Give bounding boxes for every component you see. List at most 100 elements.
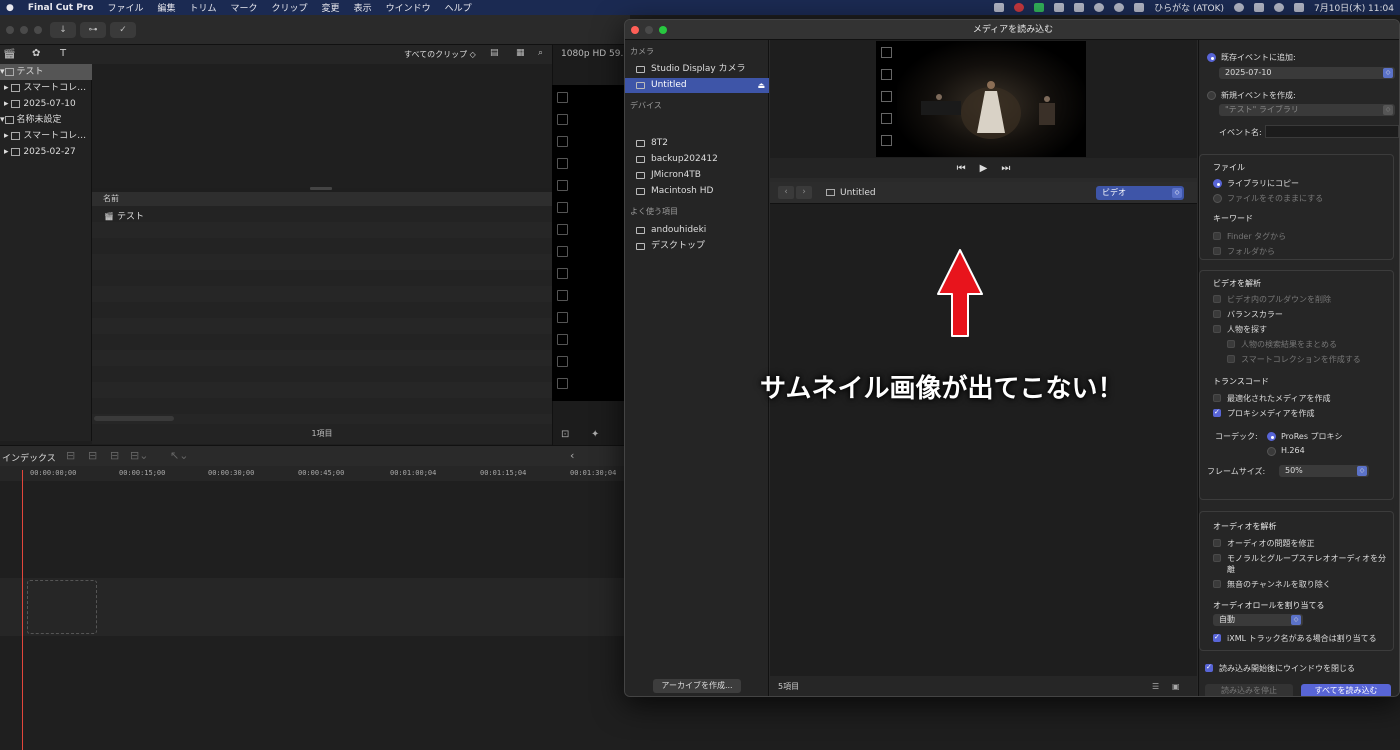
append-clip-icon[interactable]: ⊟ <box>110 449 119 462</box>
control-center-icon[interactable] <box>1254 3 1264 12</box>
timeline-ruler[interactable]: 00:00:00;00 00:00:15;00 00:00:30;00 00:0… <box>0 466 630 481</box>
add-existing-event-radio[interactable] <box>1207 53 1216 62</box>
create-archive-button[interactable]: アーカイブを作成... <box>653 679 741 693</box>
input-method-label[interactable]: ひらがな (ATOK) <box>1154 1 1224 14</box>
sidebar-item-desktop[interactable]: デスクトップ <box>625 239 769 254</box>
menu-trim[interactable]: トリム <box>190 1 217 14</box>
stop-import-button[interactable]: 読み込みを停止 <box>1205 684 1293 696</box>
balance-color-checkbox[interactable] <box>1213 310 1221 318</box>
connect-clip-icon[interactable]: ⊟ <box>66 449 75 462</box>
library-row[interactable]: ▾ テスト <box>0 64 92 80</box>
consolidate-people-checkbox[interactable] <box>1227 340 1235 348</box>
index-button[interactable]: インデックス <box>2 451 56 464</box>
fcp-zoom-button[interactable] <box>34 26 42 34</box>
clip-filter-select[interactable]: すべてのクリップ ◇ <box>404 49 476 60</box>
menu-help[interactable]: ヘルプ <box>445 1 472 14</box>
sidebar-item-studio-display-camera[interactable]: Studio Display カメラ <box>625 62 769 77</box>
menu-window[interactable]: ウインドウ <box>386 1 431 14</box>
remove-silent-checkbox[interactable] <box>1213 580 1221 588</box>
library-row[interactable]: ▸ 2025-02-27 <box>0 144 92 160</box>
audio-role-select[interactable]: 自動 ◇ <box>1213 614 1303 626</box>
browser-filmstrip-area[interactable] <box>92 64 552 188</box>
new-event-library-select[interactable]: "テスト" ライブラリ ◇ <box>1219 104 1395 116</box>
time-machine-icon[interactable] <box>1114 3 1125 12</box>
clip-appearance-icon[interactable]: ▦ <box>516 48 525 58</box>
sidebar-item-jmicron4tb[interactable]: JMicron4TB <box>625 168 769 183</box>
leave-in-place-radio[interactable] <box>1213 194 1222 203</box>
user-icon[interactable] <box>1094 3 1105 12</box>
sidebar-item-untitled[interactable]: Untitled ⏏ <box>625 78 769 93</box>
sidebar-item-8t2[interactable]: 8T2 <box>625 136 769 151</box>
forward-button[interactable]: › <box>796 186 812 199</box>
menu-modify[interactable]: 変更 <box>322 1 340 14</box>
column-name-header[interactable]: 名前 <box>103 194 119 203</box>
fcp-minimize-button[interactable] <box>20 26 28 34</box>
close-after-import-checkbox[interactable] <box>1205 663 1213 672</box>
record-icon[interactable] <box>1014 3 1025 12</box>
import-close-button[interactable] <box>631 26 639 34</box>
event-name-input[interactable] <box>1265 125 1399 138</box>
find-people-checkbox[interactable] <box>1213 325 1221 333</box>
menu-edit[interactable]: 編集 <box>157 1 175 14</box>
input-method-icon[interactable] <box>1134 3 1145 12</box>
smart-collections-checkbox[interactable] <box>1227 355 1235 363</box>
sidebar-item-backup202412[interactable]: backup202412 <box>625 152 769 167</box>
menu-file[interactable]: ファイル <box>107 1 143 14</box>
folders-checkbox[interactable] <box>1213 247 1221 255</box>
import-all-button[interactable]: すべてを読み込む <box>1301 684 1391 696</box>
back-button[interactable]: ‹ <box>778 186 794 199</box>
siri-icon[interactable] <box>1294 3 1304 12</box>
spotlight-icon[interactable] <box>1274 3 1284 12</box>
next-frame-icon[interactable]: ⏭ <box>1001 163 1010 174</box>
media-type-select[interactable]: ビデオ ◇ <box>1096 186 1184 200</box>
list-view-icon[interactable]: ☰ <box>1152 676 1159 696</box>
optimized-media-checkbox[interactable] <box>1213 394 1221 402</box>
new-event-radio[interactable] <box>1207 91 1216 100</box>
menu-view[interactable]: 表示 <box>354 1 372 14</box>
remove-pulldown-checkbox[interactable] <box>1213 295 1221 303</box>
menubar-clock[interactable]: 7月10日(木) 11:04 <box>1314 1 1394 14</box>
sidebar-item-home[interactable]: andouhideki <box>625 223 769 238</box>
import-minimize-button[interactable] <box>645 26 653 34</box>
history-back-icon[interactable]: ‹ <box>570 449 574 462</box>
library-row[interactable]: ▾ 名称未設定 <box>0 112 92 128</box>
background-tasks-button[interactable]: ✓ <box>110 22 136 38</box>
wifi-icon[interactable] <box>1234 3 1244 12</box>
proxy-media-checkbox[interactable] <box>1213 408 1221 417</box>
apple-icon[interactable]: ● <box>6 3 14 13</box>
previous-frame-icon[interactable]: ⏮ <box>957 163 966 174</box>
keyword-toolbar-button[interactable]: ⊶ <box>80 22 106 38</box>
empty-gap-clip[interactable] <box>27 580 97 634</box>
viewer-enhance-icon[interactable]: ✦ <box>591 429 599 440</box>
copy-to-library-radio[interactable] <box>1213 179 1222 188</box>
frame-size-select[interactable]: 50% ◇ <box>1279 465 1369 477</box>
insert-clip-icon[interactable]: ⊟ <box>88 449 97 462</box>
menu-app-name[interactable]: Final Cut Pro <box>28 3 94 13</box>
sidebar-item-macintosh-hd[interactable]: Macintosh HD <box>625 184 769 199</box>
existing-event-select[interactable]: 2025-07-10 ◇ <box>1219 67 1395 79</box>
browser-list-header[interactable]: 名前 <box>92 192 552 206</box>
photos-icon[interactable]: ✿ <box>32 48 40 59</box>
creative-cloud-icon[interactable] <box>994 3 1005 12</box>
eject-icon[interactable]: ⏏ <box>757 78 765 93</box>
library-row[interactable]: ▸ スマートコレ… <box>0 80 92 96</box>
fix-audio-checkbox[interactable] <box>1213 539 1221 547</box>
play-icon[interactable]: ▶ <box>980 163 988 174</box>
fcp-close-button[interactable] <box>6 26 14 34</box>
menu-mark[interactable]: マーク <box>231 1 258 14</box>
viewer-transform-icon[interactable]: ⊡ <box>561 429 569 440</box>
codec-h264-radio[interactable] <box>1267 447 1276 456</box>
titles-icon[interactable]: T <box>60 48 66 59</box>
cloud-icon[interactable] <box>1054 3 1065 12</box>
browser-splitter-handle[interactable] <box>310 187 332 190</box>
search-icon[interactable]: ⌕ <box>538 48 543 58</box>
codec-prores-radio[interactable] <box>1267 432 1276 441</box>
line-icon[interactable] <box>1034 3 1045 12</box>
playhead[interactable] <box>22 470 23 750</box>
library-row[interactable]: ▸ スマートコレ… <box>0 128 92 144</box>
bolt-icon[interactable] <box>1074 3 1085 12</box>
filmstrip-view-icon[interactable]: ▤ <box>490 48 499 58</box>
select-tool-icon[interactable]: ↖⌄ <box>170 449 188 462</box>
separate-mono-checkbox[interactable] <box>1213 554 1221 562</box>
ixml-checkbox[interactable] <box>1213 633 1221 642</box>
